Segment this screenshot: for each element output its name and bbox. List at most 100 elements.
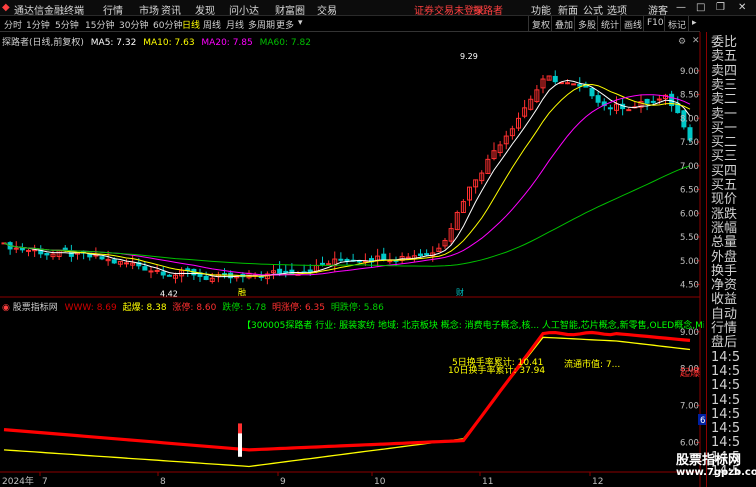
month-label: 9 xyxy=(280,477,286,487)
sidebar-item[interactable]: 买三 xyxy=(711,150,737,164)
ming-zhangting-value: 明涨停: 6.35 xyxy=(272,303,325,313)
candle-body xyxy=(326,263,332,266)
menu-item-xinmian[interactable]: 新面 xyxy=(558,2,578,17)
period-tab-30min[interactable]: 30分钟 xyxy=(119,18,148,31)
user-label[interactable]: 游客 xyxy=(648,2,668,17)
sidebar-item[interactable]: 现价 xyxy=(711,193,737,207)
menu-item-caifuquan[interactable]: 财富圈 xyxy=(275,2,305,17)
menu-item-wenxiaoda[interactable]: 问小达 xyxy=(229,2,259,17)
sidebar-item[interactable]: 14:5 xyxy=(711,393,740,408)
price-tick-label: 8.50 xyxy=(680,91,699,101)
ma5-line xyxy=(3,79,691,278)
sidebar-item[interactable]: 卖二 xyxy=(711,93,737,107)
price-tick-label: 6.00 xyxy=(680,209,699,219)
restore-icon[interactable]: ❐ xyxy=(716,2,725,13)
tongji-button[interactable]: 统计 xyxy=(597,16,622,32)
candle-body xyxy=(650,100,656,103)
candle-body xyxy=(277,268,283,274)
indicator-header: ◉ 股票指标网 WWW: 8.69 起爆: 8.38 涨停: 8.60 跌停: … xyxy=(2,300,384,313)
expand-icon[interactable]: ▸ xyxy=(688,16,700,32)
maximize-icon[interactable]: □ xyxy=(696,2,705,13)
close-panel-icon[interactable]: ✕ xyxy=(692,36,700,46)
sidebar-item[interactable]: 卖一 xyxy=(711,107,737,122)
minimize-icon[interactable]: — xyxy=(676,2,686,13)
candle-body xyxy=(203,275,209,280)
app-logo-icon: ◆ xyxy=(2,2,10,13)
chart-grid xyxy=(0,32,701,487)
ma60-label: MA60: 7.82 xyxy=(259,38,311,48)
sidebar-item[interactable]: 外盘 xyxy=(711,250,737,265)
candle-body xyxy=(418,253,423,256)
indicator-title[interactable]: 股票指标网 xyxy=(13,303,58,313)
menu-item-hangqing[interactable]: 行情 xyxy=(103,2,123,17)
sidebar-item[interactable]: 涨幅 xyxy=(711,221,737,236)
menu-item-gongneng[interactable]: 功能 xyxy=(531,2,551,17)
fuquan-button[interactable]: 复权 xyxy=(528,16,553,32)
price-tick-label: 9.00 xyxy=(680,67,699,77)
period-tab-weekly[interactable]: 周线 xyxy=(203,18,221,31)
period-tab-monthly[interactable]: 月线 xyxy=(226,18,244,31)
sidebar-item[interactable]: 14:5 xyxy=(711,407,740,422)
biaoji-button[interactable]: 标记 xyxy=(664,16,689,32)
candle-body xyxy=(222,273,227,276)
sidebar-item[interactable]: 卖五 xyxy=(711,50,737,64)
month-label: 10 xyxy=(374,477,386,487)
period-tab-fenshi[interactable]: 分时 xyxy=(4,18,22,31)
period-tab-daily[interactable]: 日线 xyxy=(182,18,200,31)
candle-body xyxy=(13,247,19,250)
duogu-button[interactable]: 多股 xyxy=(574,16,599,32)
close-icon[interactable]: ✕ xyxy=(738,2,746,13)
rongzi-marker: 融 xyxy=(238,287,246,297)
sidebar-item[interactable]: 买二 xyxy=(711,136,737,150)
sidebar-item[interactable]: 买一 xyxy=(711,121,737,136)
sidebar-item[interactable]: 14:5 xyxy=(711,364,740,379)
candle-body xyxy=(577,84,583,87)
moving-average-lines xyxy=(3,79,691,278)
ma20-line xyxy=(3,94,691,276)
sidebar-item[interactable]: 14:5 xyxy=(711,379,740,393)
menu-item-faxian[interactable]: 发现 xyxy=(195,2,215,17)
chevron-down-icon[interactable]: ▾ xyxy=(298,18,303,28)
month-label: 11 xyxy=(482,477,493,487)
candle-body xyxy=(44,253,50,256)
period-tab-more[interactable]: 更多 xyxy=(276,18,294,31)
sidebar-item[interactable]: 自动 xyxy=(711,307,737,322)
app-title: 通达信金融终端 xyxy=(14,6,84,17)
sidebar-item[interactable]: 委比 xyxy=(711,36,737,50)
sidebar-item[interactable]: 卖三 xyxy=(711,78,737,93)
sidebar-item[interactable]: 收益 xyxy=(711,293,737,307)
qibao-label: 起爆 xyxy=(680,368,700,379)
menu-item-zixun[interactable]: 资讯 xyxy=(161,2,181,17)
period-tab-5min[interactable]: 5分钟 xyxy=(55,18,79,31)
sidebar-item[interactable]: 买四 xyxy=(711,164,737,179)
kline-chart[interactable]: 9.00 8.50 8.00 7.50 7.00 6.50 6.00 5.50 5.00 4.50… xyxy=(0,32,706,487)
sidebar-item[interactable]: 盘后 xyxy=(711,336,737,350)
price-tick-label: 4.50 xyxy=(680,281,699,291)
candle-body xyxy=(26,249,31,252)
sidebar-item[interactable]: 净资 xyxy=(711,279,737,293)
huaxian-button[interactable]: 画线 xyxy=(620,16,645,32)
period-tab-60min[interactable]: 60分钟 xyxy=(153,18,182,31)
stock-info-line: 【300005探路者 行业: 服装家纺 地域: 北京板块 概念: 消费电子概念,… xyxy=(242,321,704,331)
candle-body xyxy=(19,247,25,251)
menu-item-gongshi[interactable]: 公式 xyxy=(583,2,603,17)
sidebar-item[interactable]: 行情 xyxy=(711,322,737,336)
diejia-button[interactable]: 叠加 xyxy=(551,16,576,32)
sidebar-item[interactable]: 14:5 xyxy=(711,350,740,365)
menu-item-shichang[interactable]: 市场 xyxy=(139,2,159,17)
period-tab-1min[interactable]: 1分钟 xyxy=(26,18,50,31)
caibao-marker: 财 xyxy=(456,287,464,297)
sidebar-item[interactable]: 总量 xyxy=(711,236,737,250)
menu-item-jiaoyi[interactable]: 交易 xyxy=(317,2,337,17)
sidebar-item[interactable]: 14:5 xyxy=(711,422,740,436)
period-tab-15min[interactable]: 15分钟 xyxy=(85,18,114,31)
sidebar-item[interactable]: 买五 xyxy=(711,179,737,193)
settings-gear-icon[interactable]: ⚙ xyxy=(678,37,686,47)
sidebar-item[interactable]: 涨跌 xyxy=(711,207,737,222)
period-tab-multi[interactable]: 多周期 xyxy=(248,18,275,31)
candle-body xyxy=(111,259,117,264)
menu-item-xuanxiang[interactable]: 选项 xyxy=(607,2,627,17)
sidebar-item[interactable]: 换手 xyxy=(711,264,737,279)
sidebar-item[interactable]: 卖四 xyxy=(711,64,737,79)
month-label: 8 xyxy=(160,477,166,487)
